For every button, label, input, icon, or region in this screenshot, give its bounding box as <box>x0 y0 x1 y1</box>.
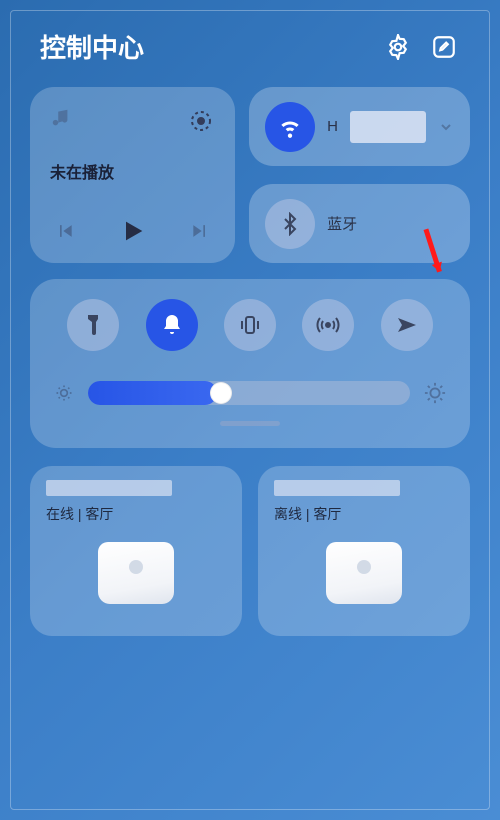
brightness-fill <box>88 381 217 405</box>
device-status-label: 在线 | 客厅 <box>46 504 226 524</box>
device-image <box>326 542 402 604</box>
brightness-track[interactable] <box>88 381 410 405</box>
device-image <box>98 542 174 604</box>
device-tile-0[interactable]: 在线 | 客厅 <box>30 466 242 636</box>
frame <box>10 10 490 810</box>
brightness-thumb[interactable] <box>210 382 232 404</box>
brightness-slider[interactable] <box>54 381 446 405</box>
device-tile-1[interactable]: 离线 | 客厅 <box>258 466 470 636</box>
device-status-label: 离线 | 客厅 <box>274 504 454 524</box>
device-name-redacted <box>46 480 172 496</box>
device-name-redacted <box>274 480 400 496</box>
